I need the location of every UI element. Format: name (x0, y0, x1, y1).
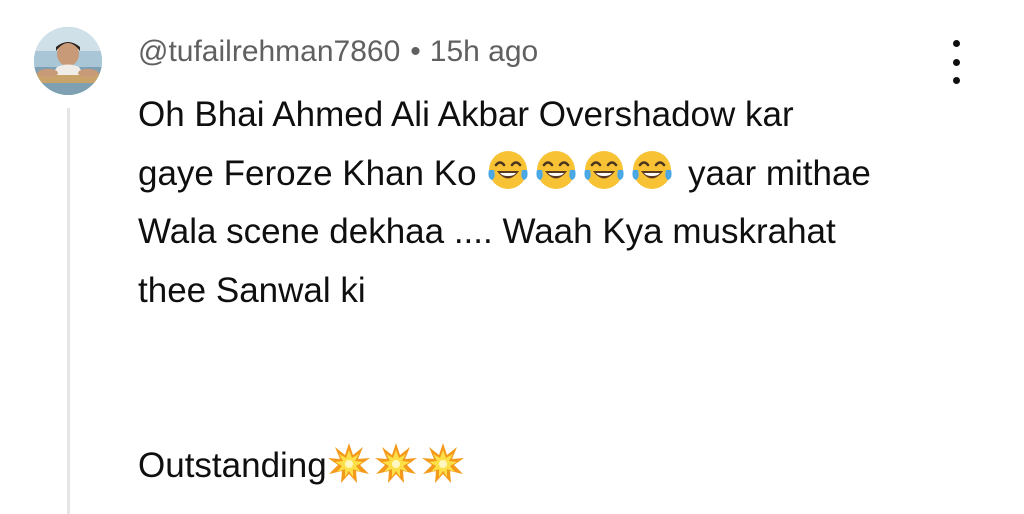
face-with-tears-of-joy-icon (584, 150, 624, 189)
more-dot-icon (952, 40, 960, 47)
face-with-tears-of-joy-icon (632, 150, 672, 189)
separator-dot: • (410, 35, 421, 68)
comment-text: Oh Bhai Ahmed Ali Akbar Overshadow kar g… (138, 86, 958, 496)
collision-icon (327, 443, 370, 483)
comment-line-text: gaye Feroze Khan Ko (138, 153, 477, 193)
collision-icon (374, 443, 417, 483)
emoji-group (486, 150, 688, 193)
face-with-tears-of-joy-icon (488, 150, 528, 189)
comment-line: gaye Feroze Khan Ko yaar mithae (138, 145, 958, 204)
more-dot-icon (952, 58, 960, 66)
username[interactable]: @tufailrehman7860 (138, 35, 400, 68)
collision-icon (421, 443, 464, 483)
more-dot-icon (952, 77, 960, 84)
comment: @tufailrehman7860 • 15h ago Oh Bhai Ahmed … (0, 0, 1024, 514)
avatar[interactable] (34, 27, 102, 95)
thread-line (67, 108, 70, 514)
comment-line: Wala scene dekhaa .... Waah Kya muskraha… (138, 212, 836, 251)
comment-line-text: Outstanding (138, 446, 327, 485)
comment-header: @tufailrehman7860 • 15h ago (138, 32, 538, 72)
comment-line: Outstanding (138, 437, 958, 496)
face-with-tears-of-joy-icon (536, 150, 576, 189)
timestamp: 15h ago (429, 35, 539, 68)
avatar-image (34, 27, 102, 95)
comment-line-text: yaar mithae (688, 153, 871, 193)
comment-line: Oh Bhai Ahmed Ali Akbar Overshadow kar (138, 95, 794, 134)
comment-line: thee Sanwal ki (138, 270, 366, 310)
more-options-button[interactable] (938, 40, 974, 84)
emoji-group (327, 443, 468, 485)
